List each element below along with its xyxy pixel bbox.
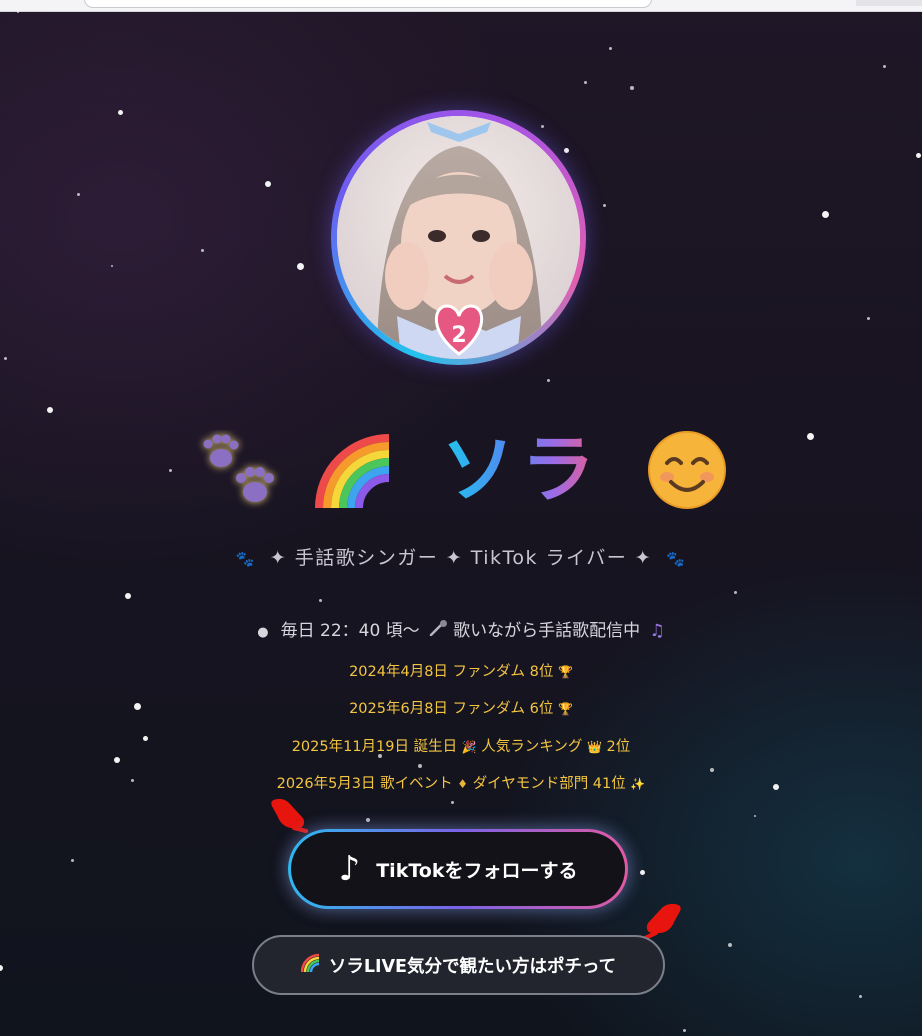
star-dot bbox=[47, 407, 53, 413]
star-dot bbox=[733, 590, 737, 594]
star-dot bbox=[418, 764, 422, 768]
star-dot bbox=[563, 147, 569, 153]
star-dot bbox=[821, 210, 829, 218]
star-dot bbox=[866, 316, 870, 320]
schedule-time: 毎日 22：40 頃〜 bbox=[280, 621, 420, 641]
achievement-date: 2025年6月8日 bbox=[349, 701, 448, 717]
avatar-photo: 2 bbox=[337, 116, 580, 359]
star-dot bbox=[583, 80, 587, 84]
achievement-date: 2026年5月3日 bbox=[276, 776, 376, 792]
profile-title: ソラ bbox=[0, 425, 922, 515]
achievement-item: 2026年5月3日 歌イベント ♦ ダイヤモンド部門 41位 ✨ bbox=[0, 772, 922, 793]
smiling-face-icon bbox=[647, 430, 727, 510]
paw-icon: 🐾 bbox=[666, 550, 687, 568]
star-dot bbox=[546, 378, 550, 382]
star-dot bbox=[682, 1028, 686, 1032]
star-dot bbox=[602, 203, 606, 207]
rainbow-icon bbox=[315, 430, 395, 510]
tiktok-follow-button[interactable]: ♪ TikTokをフォローする bbox=[288, 829, 628, 909]
trophy-icon: 🏆 bbox=[557, 702, 573, 716]
diamond-icon: ♦ bbox=[457, 777, 469, 791]
star-dot bbox=[728, 943, 732, 947]
schedule-text: 歌いながら手話歌配信中 bbox=[453, 621, 641, 641]
achievement-text: ファンダム 8位 bbox=[452, 664, 554, 680]
address-bar[interactable] bbox=[84, 0, 652, 8]
avatar: 2 bbox=[331, 110, 586, 365]
star-dot bbox=[630, 86, 634, 90]
star-dot bbox=[754, 815, 756, 817]
star-dot bbox=[450, 800, 454, 804]
browser-tab[interactable] bbox=[856, 0, 922, 6]
achievement-rank: 2位 bbox=[606, 739, 631, 755]
microphone-icon bbox=[429, 620, 449, 641]
star-dot bbox=[882, 64, 886, 68]
star-dot bbox=[858, 994, 862, 998]
star-dot bbox=[366, 818, 370, 822]
achievement-item: 2025年11月19日 誕生日 🎉 人気ランキング 👑 2位 bbox=[0, 735, 922, 756]
achievement-text: 誕生日 bbox=[413, 739, 458, 755]
paw-icon bbox=[195, 430, 285, 510]
paw-icon: 🐾 bbox=[235, 550, 256, 568]
crown-icon: 👑 bbox=[586, 740, 602, 754]
star-dot bbox=[200, 248, 204, 252]
star-dot bbox=[296, 262, 304, 270]
subtitle-text: ✦ 手話歌シンガー ✦ TikTok ライバー ✦ bbox=[269, 547, 653, 569]
hand-pointer-icon bbox=[271, 798, 308, 833]
party-popper-icon: 🎉 bbox=[461, 740, 477, 754]
star-dot bbox=[70, 858, 74, 862]
tiktok-follow-label: TikTokをフォローする bbox=[376, 859, 578, 882]
music-note-icon: ♫ bbox=[649, 621, 665, 641]
avatar-badge-number: 2 bbox=[451, 323, 466, 348]
bullet-icon: ● bbox=[257, 625, 269, 640]
achievement-text: 歌イベント bbox=[380, 776, 453, 792]
star-dot bbox=[111, 265, 113, 267]
rainbow-icon bbox=[300, 953, 321, 977]
star-dot bbox=[318, 598, 322, 602]
live-view-button[interactable]: ソラLIVE気分で観たい方はポチって bbox=[252, 935, 665, 995]
achievement-text: ダイヤモンド部門 41位 bbox=[472, 776, 626, 792]
music-note-icon: ♪ bbox=[338, 849, 361, 889]
star-dot bbox=[608, 46, 612, 50]
trophy-icon: 🏆 bbox=[557, 665, 573, 679]
broadcast-schedule: ● 毎日 22：40 頃〜 歌いながら手話歌配信中 ♫ bbox=[0, 616, 922, 641]
achievement-date: 2024年4月8日 bbox=[349, 664, 448, 680]
live-view-label: ソラLIVE気分で観たい方はポチって bbox=[328, 956, 617, 977]
star-dot bbox=[117, 109, 123, 115]
star-dot bbox=[125, 593, 131, 599]
star-dot bbox=[114, 757, 120, 763]
achievement-text: ファンダム 6位 bbox=[452, 701, 554, 717]
achievement-text: 人気ランキング bbox=[481, 739, 583, 755]
star-dot bbox=[540, 124, 544, 128]
star-dot bbox=[915, 152, 921, 158]
browser-toolbar bbox=[0, 0, 922, 12]
hand-pointer-icon bbox=[643, 903, 681, 940]
profile-name: ソラ bbox=[441, 427, 601, 513]
star-dot bbox=[0, 965, 3, 971]
achievement-item: 2025年6月8日 ファンダム 6位 🏆 bbox=[0, 697, 922, 718]
achievement-date: 2025年11月19日 bbox=[291, 739, 410, 755]
star-dot bbox=[265, 181, 271, 187]
sparkles-icon: ✨ bbox=[630, 777, 646, 791]
star-dot bbox=[639, 869, 645, 875]
star-dot bbox=[3, 356, 7, 360]
profile-subtitle: 🐾 ✦ 手話歌シンガー ✦ TikTok ライバー ✦ 🐾 bbox=[0, 543, 922, 570]
star-dot bbox=[76, 192, 80, 196]
achievement-item: 2024年4月8日 ファンダム 8位 🏆 bbox=[0, 660, 922, 681]
